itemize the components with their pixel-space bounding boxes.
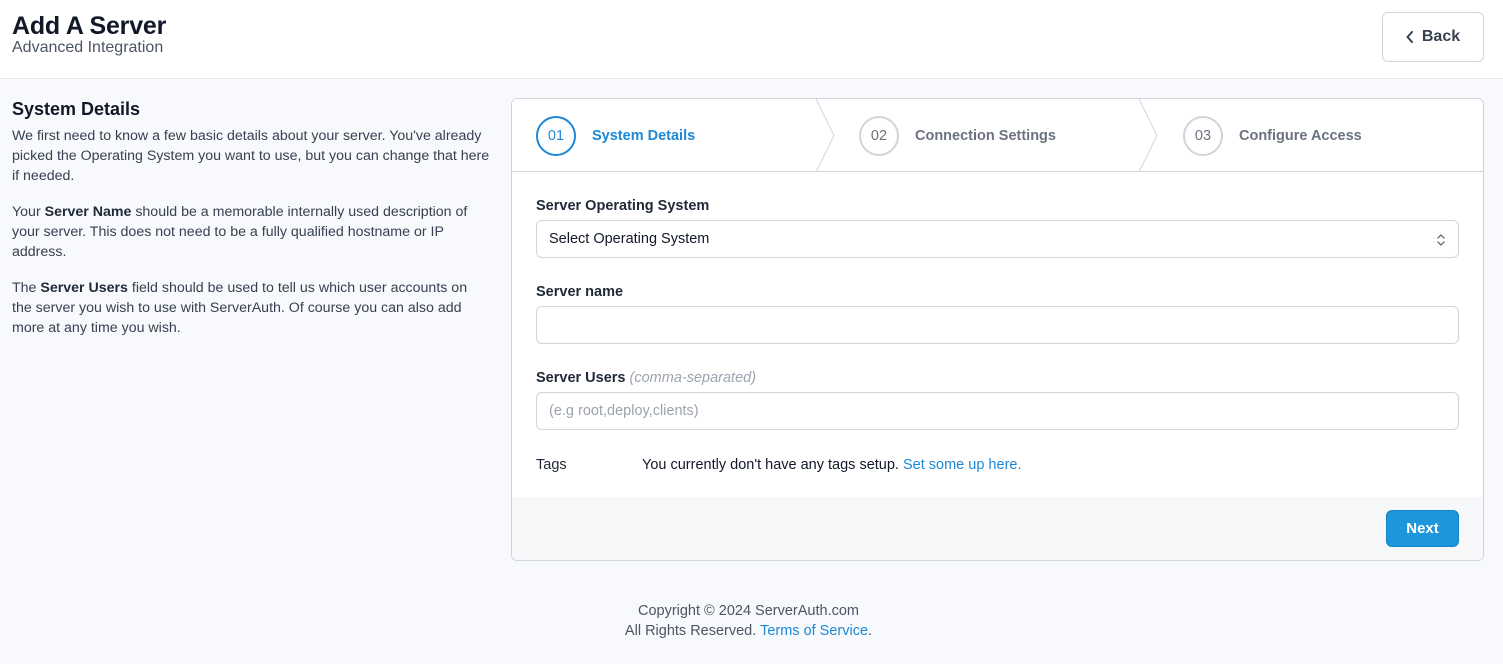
step-configure-access[interactable]: 03 Configure Access bbox=[1183, 99, 1362, 172]
step-progress: 01 System Details 02 Connection Settings… bbox=[512, 99, 1483, 172]
step-system-details[interactable]: 01 System Details bbox=[536, 99, 695, 172]
back-button[interactable]: Back bbox=[1382, 12, 1484, 62]
os-select[interactable]: Select Operating System bbox=[536, 220, 1459, 258]
sidebar-paragraph-intro: We first need to know a few basic detail… bbox=[12, 128, 490, 184]
tags-label: Tags bbox=[536, 457, 567, 473]
terms-of-service-link[interactable]: Terms of Service bbox=[760, 623, 868, 639]
server-users-input[interactable]: (e.g root,deploy,clients) bbox=[536, 392, 1459, 430]
next-button[interactable]: Next bbox=[1386, 510, 1459, 547]
copyright-text: Copyright © 2024 ServerAuth.com bbox=[637, 603, 860, 619]
server-users-label: Server Users (comma-separated) bbox=[536, 370, 757, 386]
page-title: Add A Server bbox=[12, 12, 167, 40]
step-connection-settings[interactable]: 02 Connection Settings bbox=[859, 99, 1056, 172]
add-server-card: 01 System Details 02 Connection Settings… bbox=[511, 98, 1484, 561]
sidebar-paragraph-server-name: Your Server Name should be a memorable i… bbox=[12, 204, 468, 260]
page-header: Add A Server Advanced Integration Back bbox=[0, 0, 1503, 79]
step-label: Connection Settings bbox=[915, 127, 1056, 144]
select-arrows-icon bbox=[1437, 234, 1445, 246]
step-number: 03 bbox=[1183, 115, 1223, 156]
step-divider-icon bbox=[816, 99, 835, 172]
server-name-label: Server name bbox=[536, 284, 624, 300]
server-users-hint: (comma-separated) bbox=[629, 370, 757, 386]
sidebar-heading: System Details bbox=[12, 99, 141, 119]
step-divider-icon bbox=[1139, 99, 1158, 172]
tags-message: You currently don't have any tags setup.… bbox=[642, 457, 1022, 473]
step-number: 02 bbox=[859, 115, 899, 156]
card-footer: Next bbox=[512, 497, 1483, 560]
step-label: Configure Access bbox=[1239, 127, 1362, 144]
chevron-left-icon bbox=[1406, 31, 1413, 43]
setup-tags-link[interactable]: Set some up here. bbox=[903, 457, 1022, 473]
sidebar-paragraph-server-users: The Server Users field should be used to… bbox=[12, 280, 468, 336]
rights-line: All Rights Reserved. Terms of Service. bbox=[624, 623, 873, 639]
page-subtitle: Advanced Integration bbox=[12, 39, 164, 56]
server-users-placeholder: (e.g root,deploy,clients) bbox=[549, 403, 699, 419]
page-footer: Copyright © 2024 ServerAuth.com All Righ… bbox=[0, 601, 1497, 641]
sidebar-help: System Details We first need to know a f… bbox=[12, 99, 490, 354]
server-name-input[interactable] bbox=[536, 306, 1459, 344]
back-button-label: Back bbox=[1421, 28, 1461, 45]
step-label: System Details bbox=[592, 127, 696, 144]
step-number: 01 bbox=[536, 115, 576, 156]
os-label: Server Operating System bbox=[536, 198, 710, 214]
os-select-value: Select Operating System bbox=[549, 231, 710, 247]
